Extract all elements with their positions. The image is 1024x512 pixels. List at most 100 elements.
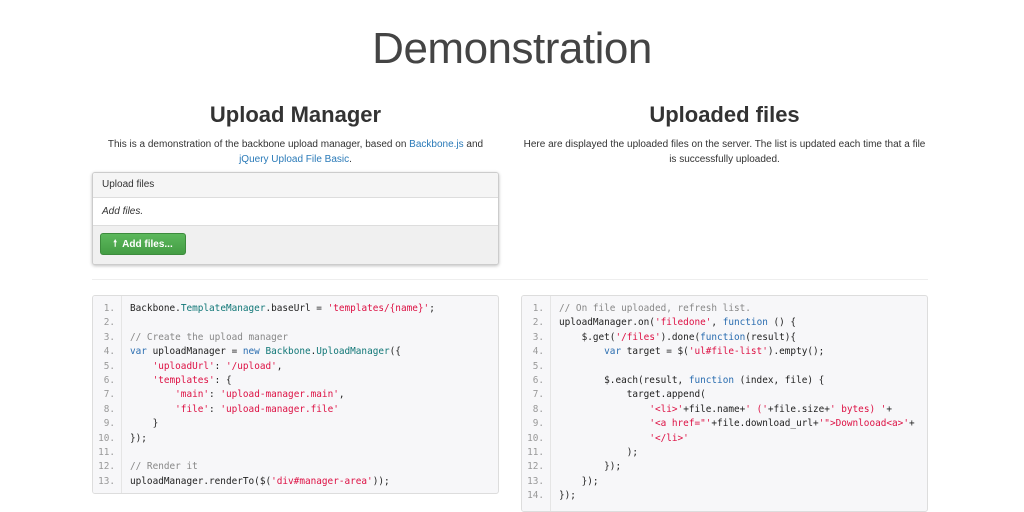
code-token: '">Downlooad<a>' xyxy=(818,418,909,430)
line-number: 1. xyxy=(532,303,544,314)
code-text: $.get('/files').done(function(result){ xyxy=(559,331,797,345)
code-token: ).empty(); xyxy=(767,346,825,358)
code-line: 13. }); xyxy=(522,475,927,489)
code-token: : xyxy=(209,389,221,401)
line-number: 8. xyxy=(532,403,544,415)
code-line: 7. target.append( xyxy=(522,388,927,402)
line-number: 9. xyxy=(103,418,115,430)
line-number: 13. xyxy=(527,475,544,487)
jquery-upload-link[interactable]: jQuery Upload File Basic xyxy=(239,154,349,165)
code-token: uploadManager.renderTo($( xyxy=(130,475,272,487)
code-token: 'upload-manager.file' xyxy=(220,403,339,415)
code-block-upload-manager: 1. Backbone.TemplateManager.baseUrl = 'te… xyxy=(92,295,499,494)
code-token: }); xyxy=(559,490,576,502)
code-text: uploadManager.on('filedone', function ()… xyxy=(559,316,796,330)
upload-manager-title: Upload Manager xyxy=(209,102,382,127)
code-line: 4. var uploadManager = new Backbone.Uploa… xyxy=(93,345,498,359)
code-token: '/files' xyxy=(615,331,661,343)
line-number: 3. xyxy=(103,331,115,343)
code-text: Backbone.TemplateManager.baseUrl = 'temp… xyxy=(130,302,435,316)
code-token: } xyxy=(130,418,159,430)
code-line: 1. // On file uploaded, refresh list. xyxy=(522,302,927,316)
code-token: () { xyxy=(767,317,797,329)
code-line: 10.}); xyxy=(93,432,498,446)
code-token: +file.name+ xyxy=(683,403,746,415)
code-text: // Render it xyxy=(130,460,198,474)
code-token: '/upload' xyxy=(225,360,277,372)
line-number: 12. xyxy=(98,461,115,473)
uploaded-files-section: Uploaded files Here are displayed the up… xyxy=(521,100,928,167)
line-number: 10. xyxy=(98,432,115,444)
code-token: 'ul#file-list' xyxy=(688,346,768,358)
code-token: new xyxy=(242,346,266,358)
code-token: + xyxy=(886,403,893,415)
code-token: $.get( xyxy=(559,331,616,343)
code-text: // On file uploaded, refresh list. xyxy=(559,302,751,316)
line-number: 7. xyxy=(532,389,544,401)
code-line: 6. 'templates': { xyxy=(93,374,498,388)
add-files-button[interactable]: 🠕 Add files... xyxy=(100,233,186,255)
code-text: }); xyxy=(559,460,621,474)
code-token: // Render it xyxy=(130,461,198,473)
line-number: 11. xyxy=(98,446,115,458)
code-line: 9. } xyxy=(93,417,498,431)
code-line: 14.}); xyxy=(522,489,927,503)
code-token: ({ xyxy=(389,346,401,358)
code-line: 3. // Create the upload manager xyxy=(93,331,498,345)
code-text: // Create the upload manager xyxy=(130,331,288,345)
code-token: var xyxy=(604,346,627,358)
line-number: 1. xyxy=(103,303,115,314)
code-line: 11. ); xyxy=(522,446,927,460)
code-token: 'templates' xyxy=(152,374,215,386)
line-number: 6. xyxy=(103,374,115,386)
code-token: Backbone xyxy=(265,346,311,358)
code-token: ; xyxy=(429,303,435,314)
code-line: 8. '<li>'+file.name+' ('+file.size+' byt… xyxy=(522,403,927,417)
code-token: uploadManager = xyxy=(152,346,243,358)
code-line: 4. var target = $('ul#file-list').empty(… xyxy=(522,345,927,359)
line-number: 5. xyxy=(532,360,544,372)
code-text: '<li>'+file.name+' ('+file.size+' bytes)… xyxy=(559,403,892,417)
code-line: 12. // Render it xyxy=(93,460,498,474)
code-text: 'templates': { xyxy=(130,374,232,388)
uploaded-files-description: Here are displayed the uploaded files on… xyxy=(523,139,926,165)
code-token: ' (' xyxy=(745,403,768,415)
code-line: 2. xyxy=(93,316,498,330)
code-text: var target = $('ul#file-list').empty(); xyxy=(559,345,824,359)
desc-mid: and xyxy=(463,139,484,150)
code-line: 5. xyxy=(522,360,927,374)
code-text: uploadManager.renderTo($('div#manager-ar… xyxy=(130,475,390,489)
code-token: 'file' xyxy=(175,403,210,415)
code-token: ' bytes) ' xyxy=(829,403,887,415)
uploaded-files-title: Uploaded files xyxy=(649,102,800,127)
code-token: 'uploadUrl' xyxy=(152,360,215,372)
code-token: function xyxy=(700,331,746,343)
add-files-label: Add files... xyxy=(122,238,173,250)
code-token: var xyxy=(130,346,153,358)
code-token: (index, file) { xyxy=(733,374,825,386)
backbone-link[interactable]: Backbone.js xyxy=(409,139,463,150)
code-token: 'main' xyxy=(175,389,210,401)
line-number: 10. xyxy=(527,432,544,444)
upload-manager-section: Upload Manager This is a demonstration o… xyxy=(92,100,499,167)
line-number: 4. xyxy=(103,346,115,358)
line-number: 9. xyxy=(532,418,544,430)
code-token: $.each(result, xyxy=(559,374,689,386)
code-token: + xyxy=(908,418,915,430)
code-token: ); xyxy=(559,446,639,458)
code-lines: 1. // On file uploaded, refresh list. 2. up… xyxy=(522,302,927,503)
line-number: 6. xyxy=(532,374,544,386)
code-token: Backbone. xyxy=(130,303,181,314)
code-lines: 1. Backbone.TemplateManager.baseUrl = 'te… xyxy=(93,302,498,489)
upload-panel: Upload files Add files. 🠕 Add files... xyxy=(92,172,499,265)
line-number: 8. xyxy=(103,403,115,415)
code-line: 7. 'main': 'upload-manager.main', xyxy=(93,388,498,402)
code-text: target.append( xyxy=(559,388,706,402)
code-text: }); xyxy=(130,432,147,446)
page-title: Demonstration xyxy=(372,24,652,73)
